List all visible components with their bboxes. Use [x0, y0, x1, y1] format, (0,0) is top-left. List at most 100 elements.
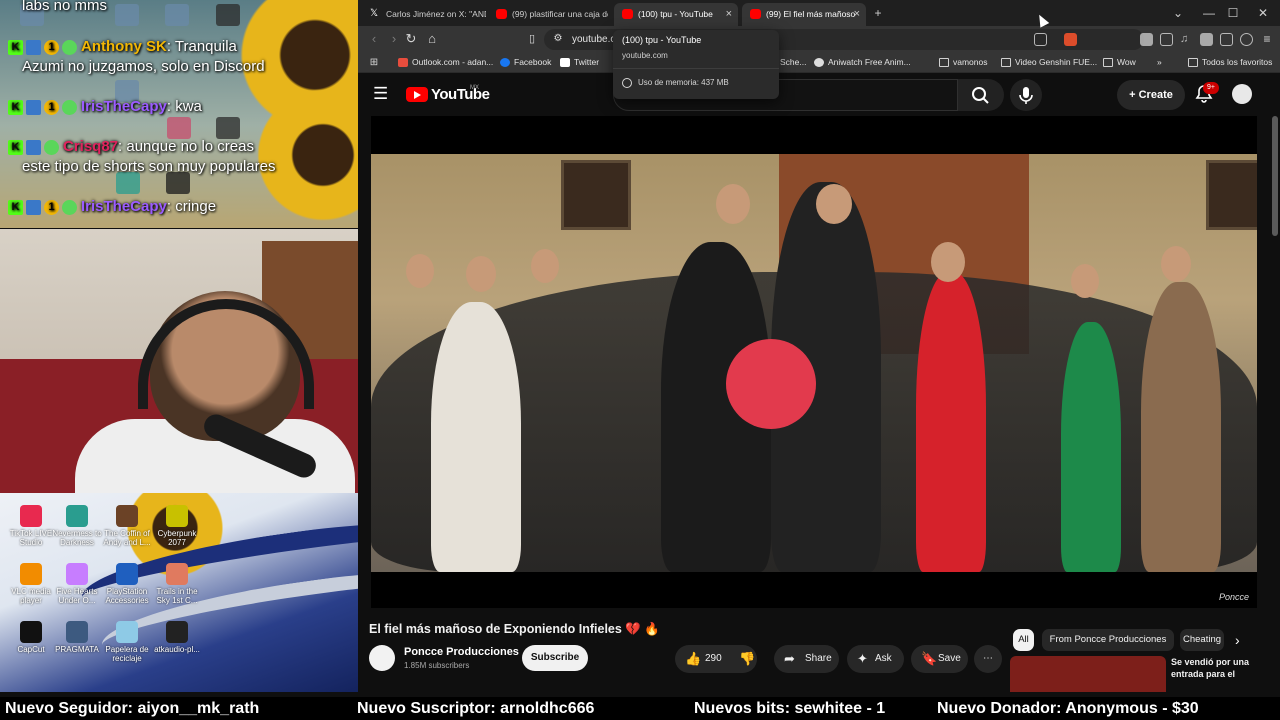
desktop-shortcut-label: atkaudio-pl...	[154, 645, 200, 654]
close-window-button[interactable]: ✕	[1250, 0, 1276, 26]
channel-watermark: Poncce	[1218, 592, 1249, 602]
subscribe-button[interactable]: Subscribe	[522, 645, 588, 671]
channel-avatar[interactable]	[369, 645, 395, 671]
minimize-button[interactable]: —	[1196, 0, 1222, 26]
gift-badge: 1	[44, 39, 59, 55]
bookmark-icon[interactable]: ▯	[522, 29, 542, 49]
youtube-wordmark[interactable]: YouTube	[431, 86, 490, 103]
chevron-right-icon[interactable]: ›	[1235, 629, 1253, 651]
share-icon: ➦	[784, 651, 795, 666]
save-button[interactable]: 🔖 Save	[911, 645, 968, 673]
menu-icon[interactable]: ≡	[1257, 29, 1277, 49]
recommended-title[interactable]: Se vendió por una entrada para el	[1171, 656, 1261, 680]
home-icon[interactable]: ⌂	[422, 29, 442, 49]
kick-badge: K	[8, 99, 23, 115]
sidebar-icon[interactable]	[1200, 33, 1213, 46]
chat-badges: K1	[8, 99, 77, 115]
site-info-icon[interactable]: ⚙	[548, 29, 568, 49]
music-icon[interactable]: ♫	[1180, 33, 1193, 46]
back-icon[interactable]: ‹	[364, 29, 384, 49]
ask-button[interactable]: ✦ Ask	[847, 645, 904, 673]
close-tab-icon[interactable]: ×	[854, 3, 860, 25]
webcam-feed	[0, 229, 358, 493]
tab-list-button[interactable]: ⌄	[1165, 0, 1191, 26]
desktop-shortcut[interactable]: Papelera de reciclaje	[100, 621, 154, 663]
cast-icon[interactable]	[1034, 33, 1047, 46]
chat-message: Azumi no juzgamos, solo en Discord	[22, 58, 265, 75]
bookmark-outlook[interactable]: Outlook.com - adan...	[398, 53, 493, 72]
recommended-thumbnail[interactable]	[1010, 656, 1166, 692]
like-count[interactable]: 290	[705, 645, 722, 673]
hamburger-menu-icon[interactable]: ☰	[373, 84, 391, 104]
chat-text: labs no mms	[22, 0, 108, 14]
extension-icon[interactable]	[1160, 33, 1173, 46]
chat-username: IrisTheCapy	[81, 98, 167, 115]
desktop-shortcut[interactable]: Trails in the Sky 1st C...	[150, 563, 204, 605]
page-scrollbar[interactable]	[1272, 116, 1278, 236]
hover-card-memory: Uso de memoria: 437 MB	[638, 78, 729, 87]
notification-count-badge: 9+	[1203, 82, 1219, 94]
bookmark-all-favorites[interactable]: Todos los favoritos	[1188, 53, 1272, 72]
thumbs-up-icon[interactable]: 👍	[685, 645, 701, 673]
desktop-shortcut[interactable]: atkaudio-pl...	[150, 621, 204, 654]
tab-title: (100) tpu - YouTube	[638, 9, 713, 19]
apps-icon[interactable]: ⊞	[364, 53, 384, 72]
desktop-shortcut-label: Cyberpunk 2077	[157, 529, 197, 547]
desktop-shortcut-label: TikTok LIVE Studio	[9, 529, 53, 547]
kick-badge: K	[8, 39, 23, 55]
search-button[interactable]	[958, 79, 1004, 111]
browser-tab[interactable]: 𝕏 Carlos Jiménez on X: "AND	[362, 3, 486, 26]
brave-shield-icon[interactable]	[1064, 33, 1077, 46]
reload-icon[interactable]: ↻	[401, 29, 421, 49]
new-tab-button[interactable]: +	[865, 0, 891, 26]
gift-badge: 1	[44, 99, 59, 115]
bookmark-twitter[interactable]: Twitter	[560, 53, 599, 72]
maximize-button[interactable]: ☐	[1220, 0, 1246, 26]
channel-name[interactable]: Poncce Producciones	[404, 646, 519, 658]
app-icon	[66, 505, 88, 527]
verified-badge	[62, 199, 77, 215]
thumbs-down-icon[interactable]: 👎	[739, 645, 755, 673]
more-actions-icon[interactable]: ⋯	[974, 645, 1002, 673]
bookmark-folder-vamonos[interactable]: vamonos	[939, 53, 988, 72]
bookmark-folder-genshin[interactable]: Video Genshin FUE...	[1001, 53, 1097, 72]
close-tab-icon[interactable]: ×	[726, 3, 732, 25]
bookmark-aniwatch[interactable]: Aniwatch Free Anim...	[814, 53, 911, 72]
shield-icon[interactable]	[1240, 33, 1253, 46]
browser-tab[interactable]: (99) plastificar una caja de	[488, 3, 608, 26]
chip-all[interactable]: All	[1013, 629, 1034, 651]
share-button[interactable]: ➦ Share	[774, 645, 839, 673]
video-player[interactable]: Poncce	[371, 116, 1257, 608]
youtube-icon	[622, 9, 633, 19]
bookmark-folder-wow[interactable]: Wow	[1103, 53, 1136, 72]
desktop-shortcut[interactable]: Nevermess to Darkness	[50, 505, 104, 547]
voice-search-button[interactable]	[1010, 79, 1042, 111]
more-bookmarks-button[interactable]: »	[1143, 53, 1162, 72]
desktop-shortcut[interactable]: PRAGMATA	[50, 621, 104, 654]
desktop-shortcut[interactable]: Five Hearts Under O...	[50, 563, 104, 605]
search-icon	[972, 87, 989, 104]
browser-tab-active[interactable]: (100) tpu - YouTube ×	[614, 3, 738, 26]
chat-text: : aunque no lo creas	[118, 138, 254, 155]
chat-message: este tipo de shorts son muy populares	[22, 158, 275, 175]
chat-overlay: labs no mms K 1 Anthony SK: Tranquila Azum…	[0, 0, 358, 228]
browser-tab-active[interactable]: (99) El fiel más mañoso ×	[742, 3, 866, 26]
aniwatch-icon	[814, 58, 824, 67]
desktop-shortcut[interactable]: The Coffin of Andy and L...	[100, 505, 154, 547]
desktop-shortcut[interactable]: PlayStation Accessories	[100, 563, 154, 605]
sparkle-icon: ✦	[857, 651, 868, 666]
desktop-shortcut-label: CapCut	[17, 645, 45, 654]
account-avatar[interactable]	[1232, 84, 1252, 104]
hover-card-divider	[613, 68, 779, 69]
create-button[interactable]: + Create	[1117, 80, 1185, 110]
bookmark-facebook[interactable]: Facebook	[500, 53, 551, 72]
desktop-shortcut-label: Papelera de reciclaje	[105, 645, 149, 663]
chip-from-channel[interactable]: From Poncce Producciones	[1042, 629, 1174, 651]
extension-icon[interactable]	[1220, 33, 1233, 46]
chip-cheating[interactable]: Cheating	[1180, 629, 1224, 651]
desktop-shortcut-label: The Coffin of Andy and L...	[103, 529, 151, 547]
extension-icon[interactable]	[1140, 33, 1153, 46]
desktop-shortcut[interactable]: Cyberpunk 2077	[150, 505, 204, 547]
youtube-logo-icon[interactable]	[406, 87, 428, 102]
desktop-icon	[165, 4, 189, 26]
